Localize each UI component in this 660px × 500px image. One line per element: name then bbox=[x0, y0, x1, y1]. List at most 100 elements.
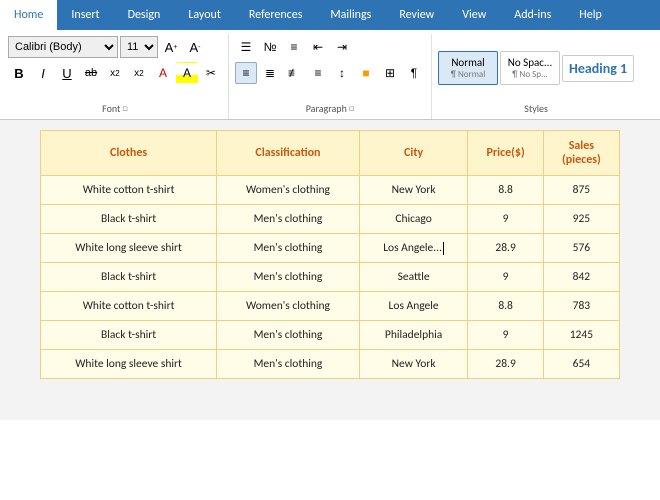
table-cell[interactable]: 875 bbox=[543, 176, 619, 205]
font-size-select[interactable]: 11 bbox=[120, 36, 158, 58]
table-cell[interactable]: Philadelphia bbox=[359, 321, 468, 350]
table-cell[interactable]: Black t-shirt bbox=[41, 205, 217, 234]
decrease-indent-button[interactable]: ⇤ bbox=[307, 36, 329, 58]
table-cell[interactable]: 9 bbox=[468, 205, 543, 234]
table-cell[interactable]: Seattle bbox=[359, 263, 468, 292]
table-row: White long sleeve shirtMen's clothingNew… bbox=[41, 350, 620, 379]
table-row: Black t-shirtMen's clothingChicago9925 bbox=[41, 205, 620, 234]
table-cell[interactable]: 1245 bbox=[543, 321, 619, 350]
style-nospace-label: No Spac... bbox=[507, 56, 553, 69]
font-expand-icon[interactable]: □ bbox=[122, 103, 127, 114]
font-name-row: Calibri (Body) 11 A+ A- bbox=[8, 36, 206, 58]
table-cell[interactable]: Women's clothing bbox=[217, 176, 360, 205]
table-cell[interactable]: Chicago bbox=[359, 205, 468, 234]
align-right-button[interactable]: ≢ bbox=[283, 62, 305, 84]
style-nospace-button[interactable]: No Spac... ¶ No Sp... bbox=[500, 51, 560, 85]
styles-group-label: Styles bbox=[524, 100, 548, 117]
table-cell[interactable]: New York bbox=[359, 176, 468, 205]
styles-content: Normal ¶ Normal No Spac... ¶ No Sp... He… bbox=[438, 36, 634, 100]
subscript-button[interactable]: x2 bbox=[104, 62, 126, 84]
main-content-area: Clothes Classification City Price($) Sal… bbox=[0, 120, 660, 420]
font-name-select[interactable]: Calibri (Body) bbox=[8, 36, 118, 58]
tab-addins[interactable]: Add-ins bbox=[500, 0, 565, 30]
table-cell[interactable]: Men's clothing bbox=[217, 234, 360, 263]
table-cell[interactable]: Men's clothing bbox=[217, 263, 360, 292]
style-nospace-sublabel: ¶ No Sp... bbox=[507, 69, 553, 80]
table-cell[interactable]: White long sleeve shirt bbox=[41, 350, 217, 379]
line-spacing-button[interactable]: ↕ bbox=[331, 62, 353, 84]
tab-view[interactable]: View bbox=[448, 0, 500, 30]
table-row: White cotton t-shirtWomen's clothingNew … bbox=[41, 176, 620, 205]
highlight-button[interactable]: A bbox=[176, 62, 198, 84]
para-align-row: ≡ ≣ ≢ ≡ ↕ ■ ⊞ ¶ bbox=[235, 62, 425, 84]
underline-button[interactable]: U bbox=[56, 62, 78, 84]
italic-button[interactable]: I bbox=[32, 62, 54, 84]
borders-button[interactable]: ⊞ bbox=[379, 62, 401, 84]
tab-home[interactable]: Home bbox=[0, 0, 57, 30]
align-left-button[interactable]: ≡ bbox=[235, 62, 257, 84]
table-cell[interactable]: 925 bbox=[543, 205, 619, 234]
table-header-row: Clothes Classification City Price($) Sal… bbox=[41, 131, 620, 176]
table-cell[interactable]: Women's clothing bbox=[217, 292, 360, 321]
multilevel-button[interactable]: ≡ bbox=[283, 36, 305, 58]
table-cell[interactable]: New York bbox=[359, 350, 468, 379]
table-row: White cotton t-shirtWomen's clothingLos … bbox=[41, 292, 620, 321]
style-h1-label: Heading 1 bbox=[569, 60, 627, 77]
paragraph-group: ☰ № ≡ ⇤ ⇥ ≡ ≣ ≢ ≡ ↕ ■ ⊞ ¶ Paragraph □ bbox=[229, 34, 432, 119]
table-cell[interactable]: 576 bbox=[543, 234, 619, 263]
shading-button[interactable]: ■ bbox=[355, 62, 377, 84]
table-cell[interactable]: 783 bbox=[543, 292, 619, 321]
bullets-button[interactable]: ☰ bbox=[235, 36, 257, 58]
numbering-button[interactable]: № bbox=[259, 36, 281, 58]
tab-design[interactable]: Design bbox=[114, 0, 175, 30]
table-cell[interactable]: Los Angele... bbox=[359, 234, 468, 263]
table-cell[interactable]: Black t-shirt bbox=[41, 321, 217, 350]
table-cell[interactable]: 8.8 bbox=[468, 292, 543, 321]
table-cell[interactable]: 842 bbox=[543, 263, 619, 292]
table-cell[interactable]: 9 bbox=[468, 321, 543, 350]
font-shrink-button[interactable]: A- bbox=[184, 36, 206, 58]
tab-references[interactable]: References bbox=[235, 0, 317, 30]
tab-insert[interactable]: Insert bbox=[57, 0, 113, 30]
superscript-button[interactable]: x2 bbox=[128, 62, 150, 84]
tab-mailings[interactable]: Mailings bbox=[316, 0, 385, 30]
table-cell[interactable]: 28.9 bbox=[468, 350, 543, 379]
table-cell[interactable]: White long sleeve shirt bbox=[41, 234, 217, 263]
col-header-city: City bbox=[359, 131, 468, 176]
col-header-sales: Sales (pieces) bbox=[543, 131, 619, 176]
tab-layout[interactable]: Layout bbox=[174, 0, 235, 30]
table-row: White long sleeve shirtMen's clothingLos… bbox=[41, 234, 620, 263]
table-cell[interactable]: Men's clothing bbox=[217, 350, 360, 379]
col-header-price: Price($) bbox=[468, 131, 543, 176]
table-cell[interactable]: Men's clothing bbox=[217, 321, 360, 350]
increase-indent-button[interactable]: ⇥ bbox=[331, 36, 353, 58]
table-cell[interactable]: Men's clothing bbox=[217, 205, 360, 234]
style-normal-button[interactable]: Normal ¶ Normal bbox=[438, 51, 498, 85]
table-cell[interactable]: 8.8 bbox=[468, 176, 543, 205]
style-normal-sublabel: ¶ Normal bbox=[445, 69, 491, 80]
font-color-button[interactable]: A bbox=[152, 62, 174, 84]
table-cell[interactable]: 28.9 bbox=[468, 234, 543, 263]
table-cell[interactable]: 9 bbox=[468, 263, 543, 292]
strikethrough-button[interactable]: ab bbox=[80, 62, 102, 84]
bold-button[interactable]: B bbox=[8, 62, 30, 84]
col-header-clothes: Clothes bbox=[41, 131, 217, 176]
clear-format-button[interactable]: ✂ bbox=[200, 62, 222, 84]
table-cell[interactable]: Los Angele bbox=[359, 292, 468, 321]
table-row: Black t-shirtMen's clothingPhiladelphia9… bbox=[41, 321, 620, 350]
style-h1-button[interactable]: Heading 1 bbox=[562, 55, 634, 82]
table-cell[interactable]: White cotton t-shirt bbox=[41, 292, 217, 321]
justify-button[interactable]: ≡ bbox=[307, 62, 329, 84]
show-marks-button[interactable]: ¶ bbox=[403, 62, 425, 84]
paragraph-expand-icon[interactable]: □ bbox=[349, 103, 354, 114]
table-row: Black t-shirtMen's clothingSeattle9842 bbox=[41, 263, 620, 292]
tab-review[interactable]: Review bbox=[385, 0, 448, 30]
align-center-button[interactable]: ≣ bbox=[259, 62, 281, 84]
tab-help[interactable]: Help bbox=[565, 0, 616, 30]
table-cell[interactable]: 654 bbox=[543, 350, 619, 379]
table-cell[interactable]: White cotton t-shirt bbox=[41, 176, 217, 205]
font-group: Calibri (Body) 11 A+ A- B I U ab x2 x2 A… bbox=[2, 34, 229, 119]
table-cell[interactable]: Black t-shirt bbox=[41, 263, 217, 292]
font-grow-button[interactable]: A+ bbox=[160, 36, 182, 58]
col-header-classification: Classification bbox=[217, 131, 360, 176]
